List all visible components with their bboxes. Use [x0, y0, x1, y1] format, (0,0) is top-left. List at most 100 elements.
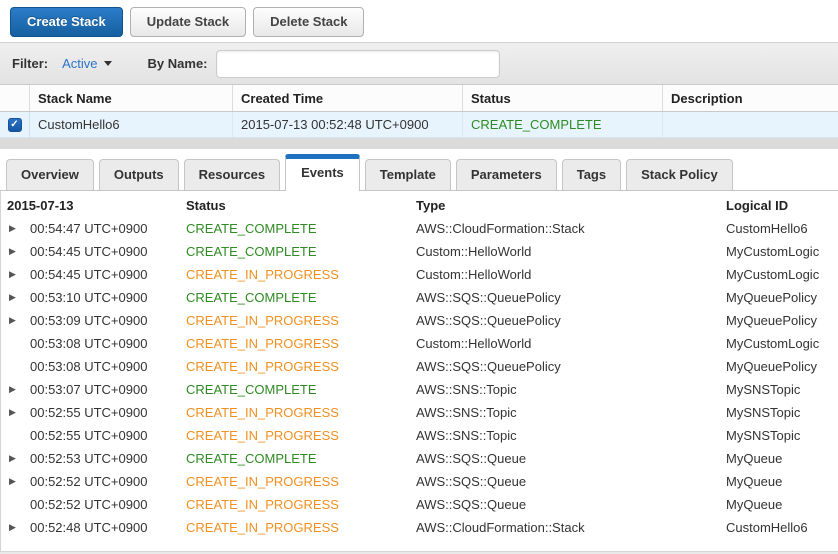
- event-type: Custom::HelloWorld: [416, 336, 532, 351]
- tab-parameters[interactable]: Parameters: [455, 159, 557, 190]
- event-row: ▶ 00:52:52 UTC+0900 CREATE_IN_PROGRESS A…: [1, 470, 838, 493]
- filter-bar: Filter: Active By Name:: [0, 42, 838, 85]
- events-panel: 2015-07-13 Status Type Logical ID ▶ 00:5…: [0, 191, 838, 554]
- event-status: CREATE_COMPLETE: [186, 451, 317, 466]
- event-time: 00:53:08 UTC+0900: [30, 359, 148, 374]
- event-time: 00:53:09 UTC+0900: [30, 313, 148, 328]
- stack-status-cell: CREATE_COMPLETE: [463, 112, 663, 137]
- tab-stack-policy[interactable]: Stack Policy: [626, 159, 733, 190]
- expand-arrow-icon[interactable]: ▶: [9, 315, 30, 326]
- select-all-column: [0, 85, 30, 111]
- event-type: AWS::SQS::Queue: [416, 451, 527, 466]
- stack-row-checkbox[interactable]: [7, 117, 22, 132]
- event-logical-id: MyQueuePolicy: [726, 359, 818, 374]
- event-type: AWS::SQS::Queue: [416, 497, 527, 512]
- event-logical-id: CustomHello6: [726, 221, 808, 236]
- event-status: CREATE_COMPLETE: [186, 382, 317, 397]
- event-logical-id: MySNSTopic: [726, 382, 801, 397]
- stack-detail-tabs: Overview Outputs Resources Events Template Pa…: [0, 149, 838, 191]
- event-type: Custom::HelloWorld: [416, 244, 532, 259]
- by-name-label: By Name:: [147, 56, 208, 71]
- event-type: AWS::SQS::QueuePolicy: [416, 359, 561, 374]
- events-list: ▶ 00:54:47 UTC+0900 CREATE_COMPLETE AWS:…: [1, 217, 838, 539]
- filter-dropdown[interactable]: Active: [62, 56, 112, 71]
- event-logical-id: MyQueue: [726, 474, 783, 489]
- events-col-type: Type: [416, 197, 446, 213]
- event-row: 00:52:55 UTC+0900 CREATE_IN_PROGRESS AWS…: [1, 424, 838, 447]
- event-logical-id: MyQueue: [726, 497, 783, 512]
- event-type: AWS::SNS::Topic: [416, 428, 517, 443]
- event-type: AWS::CloudFormation::Stack: [416, 221, 585, 236]
- event-time: 00:52:48 UTC+0900: [30, 520, 148, 535]
- event-time: 00:52:52 UTC+0900: [30, 497, 148, 512]
- event-row: 00:53:08 UTC+0900 CREATE_IN_PROGRESS Cus…: [1, 332, 838, 355]
- event-time: 00:54:45 UTC+0900: [30, 244, 148, 259]
- stack-table-row[interactable]: CustomHello6 2015-07-13 00:52:48 UTC+090…: [0, 112, 838, 138]
- events-col-status: Status: [186, 197, 226, 213]
- expand-arrow-icon[interactable]: ▶: [9, 246, 30, 257]
- col-stack-name: Stack Name: [30, 85, 233, 111]
- event-time: 00:53:07 UTC+0900: [30, 382, 148, 397]
- tab-outputs[interactable]: Outputs: [98, 159, 179, 190]
- event-status: CREATE_IN_PROGRESS: [186, 520, 339, 535]
- expand-arrow-icon[interactable]: ▶: [9, 384, 30, 395]
- expand-arrow-icon[interactable]: ▶: [9, 407, 30, 418]
- event-row: ▶ 00:53:07 UTC+0900 CREATE_COMPLETE AWS:…: [1, 378, 838, 401]
- event-status: CREATE_IN_PROGRESS: [186, 336, 339, 351]
- event-time: 00:54:45 UTC+0900: [30, 267, 148, 282]
- event-time: 00:52:52 UTC+0900: [30, 474, 148, 489]
- event-row: ▶ 00:54:47 UTC+0900 CREATE_COMPLETE AWS:…: [1, 217, 838, 240]
- expand-arrow-icon[interactable]: ▶: [9, 453, 30, 464]
- event-row: ▶ 00:52:55 UTC+0900 CREATE_IN_PROGRESS A…: [1, 401, 838, 424]
- event-time: 00:54:47 UTC+0900: [30, 221, 148, 236]
- expand-arrow-icon[interactable]: ▶: [9, 476, 30, 487]
- tab-resources[interactable]: Resources: [183, 159, 281, 190]
- tab-tags[interactable]: Tags: [561, 159, 622, 190]
- cloudformation-console: Create Stack Update Stack Delete Stack F…: [0, 0, 838, 554]
- update-stack-button[interactable]: Update Stack: [129, 6, 247, 37]
- events-col-logical-id: Logical ID: [726, 197, 789, 213]
- event-status: CREATE_IN_PROGRESS: [186, 313, 339, 328]
- event-status: CREATE_IN_PROGRESS: [186, 267, 339, 282]
- expand-arrow-icon[interactable]: ▶: [9, 223, 30, 234]
- event-type: AWS::SQS::QueuePolicy: [416, 290, 561, 305]
- event-type: AWS::CloudFormation::Stack: [416, 520, 585, 535]
- expand-arrow-icon[interactable]: ▶: [9, 269, 30, 280]
- event-status: CREATE_COMPLETE: [186, 221, 317, 236]
- event-logical-id: MySNSTopic: [726, 428, 801, 443]
- event-status: CREATE_IN_PROGRESS: [186, 359, 339, 374]
- tab-template[interactable]: Template: [364, 159, 451, 190]
- filter-label: Filter:: [12, 56, 49, 71]
- event-row: 00:52:52 UTC+0900 CREATE_IN_PROGRESS AWS…: [1, 493, 838, 516]
- events-table-header: 2015-07-13 Status Type Logical ID: [1, 191, 838, 217]
- create-stack-button[interactable]: Create Stack: [10, 6, 123, 37]
- section-divider: [0, 138, 838, 149]
- event-row: ▶ 00:53:10 UTC+0900 CREATE_COMPLETE AWS:…: [1, 286, 838, 309]
- expand-arrow-icon[interactable]: ▶: [9, 522, 30, 533]
- event-status: CREATE_IN_PROGRESS: [186, 428, 339, 443]
- event-logical-id: MyCustomLogic: [726, 336, 820, 351]
- event-type: AWS::SNS::Topic: [416, 405, 517, 420]
- event-row: ▶ 00:52:53 UTC+0900 CREATE_COMPLETE AWS:…: [1, 447, 838, 470]
- event-type: AWS::SQS::QueuePolicy: [416, 313, 561, 328]
- event-row: ▶ 00:52:48 UTC+0900 CREATE_IN_PROGRESS A…: [1, 516, 838, 539]
- stacks-table-header: Stack Name Created Time Status Descripti…: [0, 85, 838, 112]
- event-status: CREATE_COMPLETE: [186, 290, 317, 305]
- col-status: Status: [463, 85, 663, 111]
- chevron-down-icon: [103, 61, 112, 66]
- stack-actions-toolbar: Create Stack Update Stack Delete Stack: [0, 0, 838, 42]
- event-row: 00:53:08 UTC+0900 CREATE_IN_PROGRESS AWS…: [1, 355, 838, 378]
- event-status: CREATE_IN_PROGRESS: [186, 405, 339, 420]
- event-status: CREATE_COMPLETE: [186, 244, 317, 259]
- event-type: AWS::SQS::Queue: [416, 474, 527, 489]
- event-time: 00:52:53 UTC+0900: [30, 451, 148, 466]
- by-name-input[interactable]: [215, 49, 500, 78]
- expand-arrow-icon[interactable]: ▶: [9, 292, 30, 303]
- event-logical-id: MyQueuePolicy: [726, 290, 818, 305]
- delete-stack-button[interactable]: Delete Stack: [253, 6, 365, 37]
- tab-overview[interactable]: Overview: [6, 159, 94, 190]
- tab-events[interactable]: Events: [285, 154, 360, 191]
- event-time: 00:53:08 UTC+0900: [30, 336, 148, 351]
- event-time: 00:52:55 UTC+0900: [30, 428, 148, 443]
- created-time-cell: 2015-07-13 00:52:48 UTC+0900: [233, 112, 463, 137]
